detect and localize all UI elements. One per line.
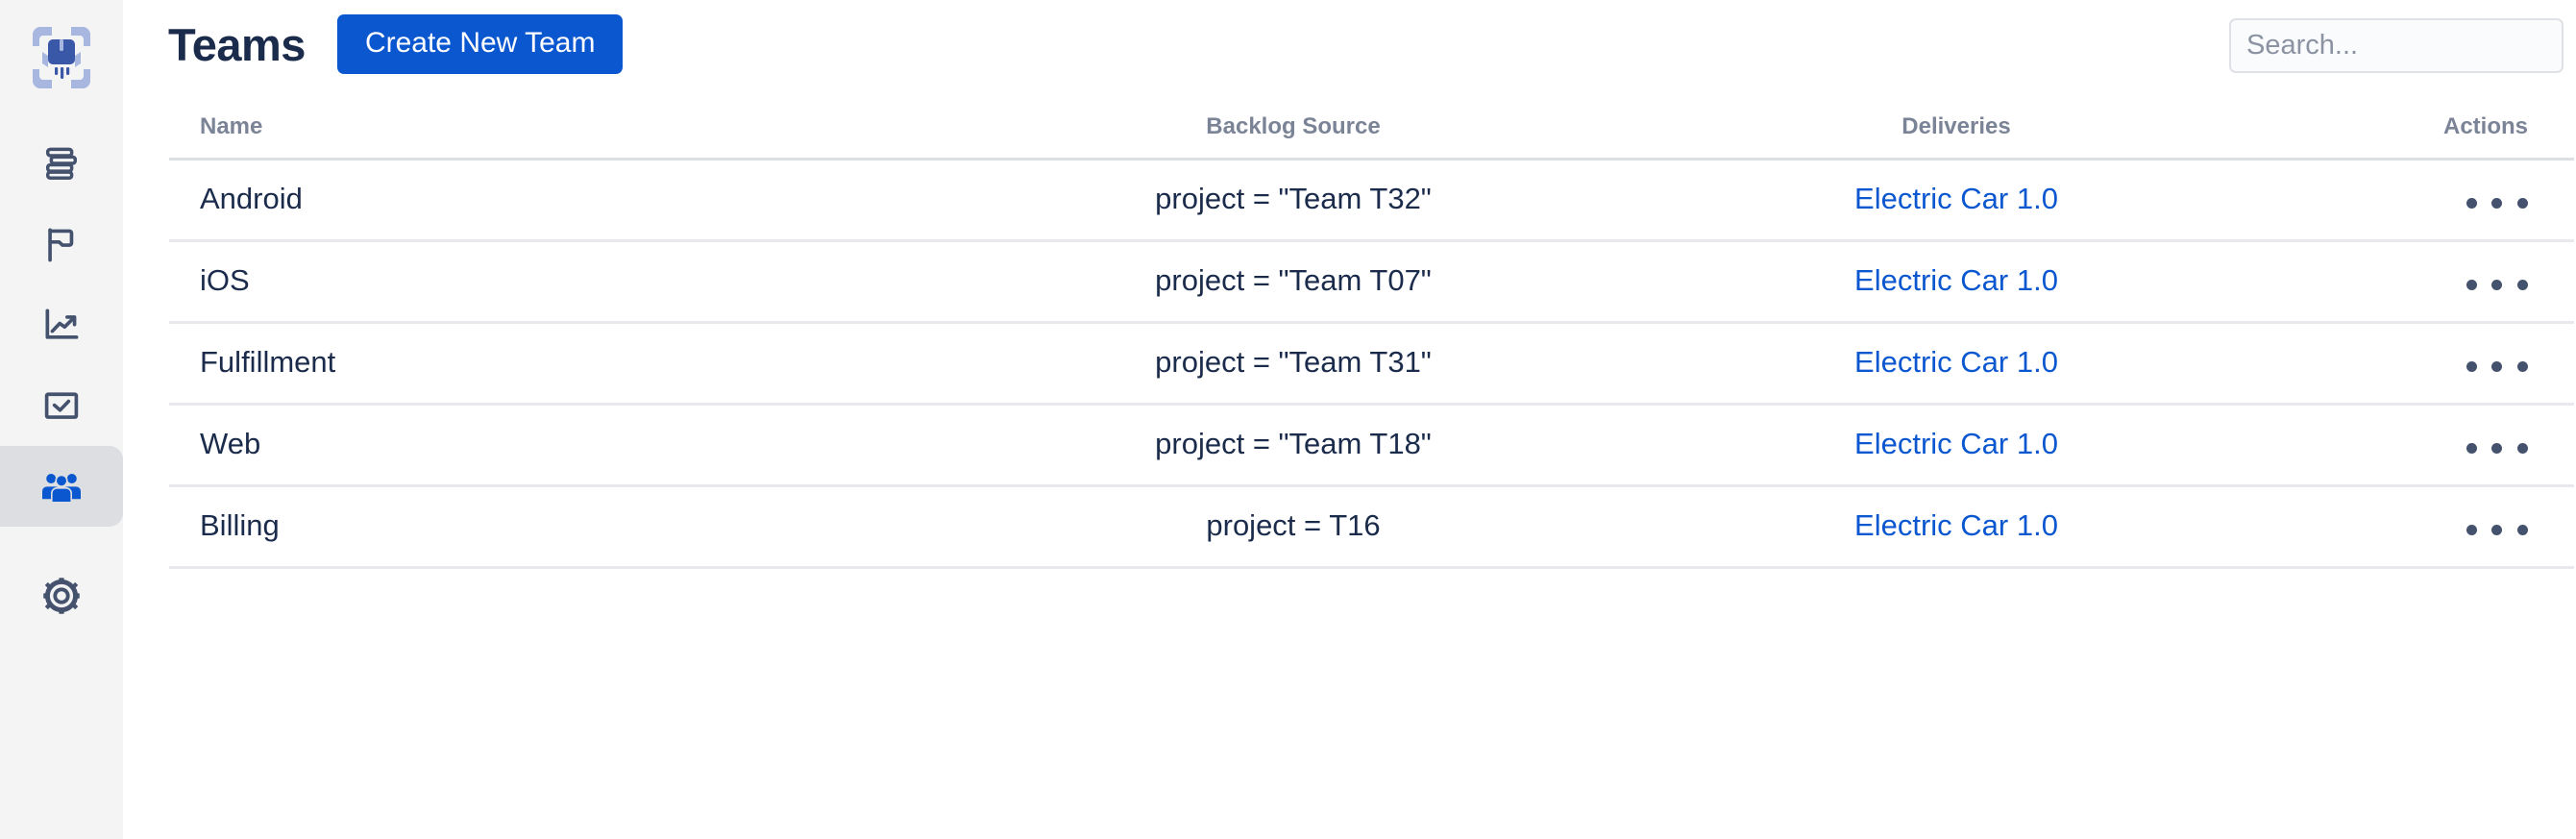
cell-deliveries: Electric Car 1.0 xyxy=(1687,159,2225,242)
column-header-deliveries[interactable]: Deliveries xyxy=(1687,100,2225,160)
sidebar-item-teams[interactable] xyxy=(0,446,123,527)
cell-team-name: Fulfillment xyxy=(169,322,899,406)
cell-deliveries: Electric Car 1.0 xyxy=(1687,404,2225,487)
cell-backlog-source: project = "Team T31" xyxy=(899,322,1687,406)
cell-actions xyxy=(2225,322,2574,406)
cell-actions xyxy=(2225,240,2574,324)
ellipsis-dot-icon xyxy=(2466,361,2477,372)
teams-table-container: Name Backlog Source Deliveries Actions A… xyxy=(169,100,2576,569)
delivery-link[interactable]: Electric Car 1.0 xyxy=(1854,345,2058,379)
cell-deliveries: Electric Car 1.0 xyxy=(1687,240,2225,324)
sidebar-item-analytics[interactable] xyxy=(0,284,123,365)
row-actions-menu-button[interactable] xyxy=(2466,198,2528,209)
delivery-link[interactable]: Electric Car 1.0 xyxy=(1854,508,2058,542)
table-row[interactable]: Billing project = T16 Electric Car 1.0 xyxy=(169,485,2574,569)
ellipsis-dot-icon xyxy=(2517,280,2528,290)
cell-backlog-source: project = "Team T32" xyxy=(899,159,1687,242)
cell-deliveries: Electric Car 1.0 xyxy=(1687,322,2225,406)
search-input[interactable] xyxy=(2229,18,2564,73)
table-header-row: Name Backlog Source Deliveries Actions xyxy=(169,100,2574,160)
create-new-team-button[interactable]: Create New Team xyxy=(336,14,624,74)
delivery-link[interactable]: Electric Car 1.0 xyxy=(1854,263,2058,297)
row-actions-menu-button[interactable] xyxy=(2466,525,2528,535)
ellipsis-dot-icon xyxy=(2491,525,2503,535)
teams-table: Name Backlog Source Deliveries Actions A… xyxy=(169,100,2574,569)
ellipsis-dot-icon xyxy=(2491,443,2503,454)
gear-icon xyxy=(43,578,80,614)
table-row[interactable]: iOS project = "Team T07" Electric Car 1.… xyxy=(169,240,2574,324)
page-title: Teams xyxy=(168,18,306,70)
delivery-link[interactable]: Electric Car 1.0 xyxy=(1854,182,2058,215)
delivery-link[interactable]: Electric Car 1.0 xyxy=(1854,427,2058,460)
ellipsis-dot-icon xyxy=(2491,361,2503,372)
ellipsis-dot-icon xyxy=(2517,443,2528,454)
sidebar-item-tasks[interactable] xyxy=(0,365,123,446)
row-actions-menu-button[interactable] xyxy=(2466,361,2528,372)
ellipsis-dot-icon xyxy=(2466,525,2477,535)
table-row[interactable]: Web project = "Team T18" Electric Car 1.… xyxy=(169,404,2574,487)
sidebar-item-settings[interactable] xyxy=(0,555,123,636)
cell-team-name: Web xyxy=(169,404,899,487)
cell-actions xyxy=(2225,404,2574,487)
ellipsis-dot-icon xyxy=(2517,361,2528,372)
app-root: Teams Create New Team Name Backlog Sourc… xyxy=(0,0,2576,839)
table-row[interactable]: Android project = "Team T32" Electric Ca… xyxy=(169,159,2574,242)
page-header: Teams Create New Team xyxy=(123,0,2576,88)
cell-backlog-source: project = "Team T18" xyxy=(899,404,1687,487)
sidebar xyxy=(0,0,123,839)
table-body: Android project = "Team T32" Electric Ca… xyxy=(169,159,2574,569)
cell-team-name: iOS xyxy=(169,240,899,324)
cell-backlog-source: project = T16 xyxy=(899,485,1687,569)
sidebar-item-backlog[interactable] xyxy=(0,123,123,204)
people-group-icon xyxy=(42,474,81,504)
package-scan-logo-icon xyxy=(33,27,90,88)
column-header-actions: Actions xyxy=(2225,100,2574,160)
column-header-backlog[interactable]: Backlog Source xyxy=(899,100,1687,160)
trending-up-icon xyxy=(45,308,79,339)
ellipsis-dot-icon xyxy=(2517,525,2528,535)
stacked-layers-icon xyxy=(45,147,78,180)
column-header-name[interactable]: Name xyxy=(169,100,899,160)
cell-team-name: Billing xyxy=(169,485,899,569)
ellipsis-dot-icon xyxy=(2466,198,2477,209)
sidebar-nav xyxy=(0,115,123,636)
ellipsis-dot-icon xyxy=(2517,198,2528,209)
app-logo[interactable] xyxy=(0,0,123,115)
ellipsis-dot-icon xyxy=(2491,198,2503,209)
cell-actions xyxy=(2225,485,2574,569)
sidebar-item-milestones[interactable] xyxy=(0,204,123,284)
row-actions-menu-button[interactable] xyxy=(2466,443,2528,454)
cell-backlog-source: project = "Team T07" xyxy=(899,240,1687,324)
table-row[interactable]: Fulfillment project = "Team T31" Electri… xyxy=(169,322,2574,406)
flag-icon xyxy=(48,228,74,262)
cell-team-name: Android xyxy=(169,159,899,242)
checkbox-square-icon xyxy=(44,392,79,419)
row-actions-menu-button[interactable] xyxy=(2466,280,2528,290)
ellipsis-dot-icon xyxy=(2491,280,2503,290)
ellipsis-dot-icon xyxy=(2466,280,2477,290)
table-header: Name Backlog Source Deliveries Actions xyxy=(169,100,2574,160)
ellipsis-dot-icon xyxy=(2466,443,2477,454)
main-content: Teams Create New Team Name Backlog Sourc… xyxy=(123,0,2576,839)
cell-actions xyxy=(2225,159,2574,242)
cell-deliveries: Electric Car 1.0 xyxy=(1687,485,2225,569)
